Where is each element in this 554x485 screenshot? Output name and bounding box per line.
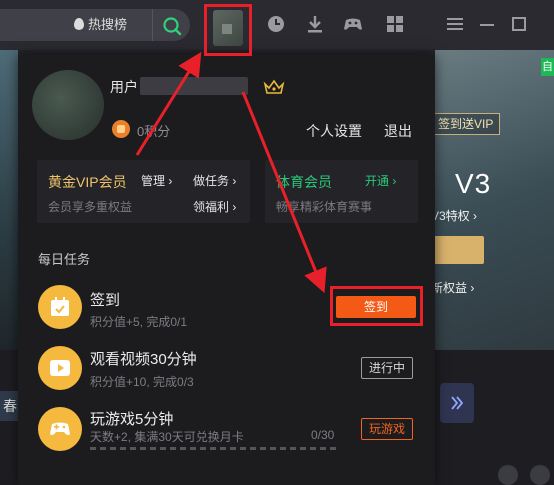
personal-settings-link[interactable]: 个人设置	[306, 121, 362, 141]
annotation-highlight-signin	[330, 286, 423, 326]
background-banner-left	[0, 50, 18, 350]
flame-icon	[74, 18, 84, 30]
profile-avatar[interactable]	[32, 70, 104, 140]
task-watch-title: 观看视频30分钟	[90, 351, 197, 368]
task-game-sub: 天数+2, 集满30天可兑换月卡	[90, 430, 244, 444]
vip-crown-icon[interactable]	[263, 79, 285, 95]
task-signin-title: 签到	[90, 292, 121, 309]
vip-tasks-link[interactable]: 做任务 ›	[193, 172, 236, 189]
search-icon	[163, 17, 182, 36]
scroll-left-button[interactable]	[498, 465, 518, 485]
gold-vip-title: 黄金VIP会员	[48, 174, 127, 190]
menu-icon[interactable]	[445, 14, 465, 34]
gold-button[interactable]	[431, 236, 484, 264]
sport-member-card[interactable]: 体育会员 开通 › 畅享精彩体育赛事	[265, 160, 418, 223]
hot-search-link[interactable]: 热搜榜	[74, 9, 127, 41]
play-game-button[interactable]: 玩游戏	[361, 418, 413, 440]
task-game-title: 玩游戏5分钟	[90, 411, 174, 428]
play-icon	[38, 346, 82, 390]
task-game-progress: 0/30	[311, 428, 335, 442]
daily-tasks-heading: 每日任务	[38, 252, 91, 267]
gamepad-icon	[38, 407, 82, 451]
sport-member-title: 体育会员	[276, 174, 332, 190]
in-progress-button[interactable]: 进行中	[361, 357, 413, 379]
double-chevron-right-icon	[451, 396, 463, 410]
calendar-check-icon	[38, 285, 82, 329]
maximize-icon[interactable]	[509, 14, 529, 34]
task-watch-sub: 积分值+10, 完成0/3	[90, 375, 194, 389]
task-signin-sub: 积分值+5, 完成0/1	[90, 315, 188, 329]
points-icon	[112, 120, 130, 138]
sport-member-subtitle: 畅享精彩体育赛事	[276, 200, 373, 214]
task-game-progress-bar	[90, 447, 339, 450]
background-left-chip: 春	[0, 391, 18, 421]
annotation-highlight-avatar	[204, 4, 252, 56]
user-name-label: 用户	[110, 79, 138, 95]
v3-title: V3	[455, 168, 492, 199]
next-page-button[interactable]	[440, 383, 474, 423]
background-badge: 自	[541, 58, 554, 76]
points-value: 0积分	[137, 124, 171, 139]
signin-vip-tag[interactable]: 签到送VIP	[431, 113, 501, 135]
gold-vip-card[interactable]: 黄金VIP会员 管理 › 做任务 › 会员享多重权益 领福利 ›	[37, 160, 250, 223]
vip-benefits-link[interactable]: 领福利 ›	[193, 198, 236, 215]
game-controller-icon[interactable]	[343, 14, 363, 34]
minimize-icon[interactable]	[477, 14, 497, 34]
history-icon[interactable]	[266, 14, 286, 34]
gold-vip-subtitle: 会员享多重权益	[48, 200, 133, 214]
vip-manage-link[interactable]: 管理 ›	[141, 172, 172, 189]
v3-privilege-link[interactable]: V3特权 ›	[431, 207, 477, 224]
hot-search-label: 热搜榜	[88, 17, 128, 32]
download-icon[interactable]	[305, 14, 325, 34]
new-rights-link[interactable]: 新权益 ›	[431, 279, 474, 296]
sport-open-link[interactable]: 开通 ›	[365, 172, 396, 189]
user-name-redacted	[140, 77, 248, 95]
search-button[interactable]	[152, 9, 190, 41]
background-banner-right	[435, 50, 554, 350]
scroll-right-button[interactable]	[530, 465, 550, 485]
logout-link[interactable]: 退出	[384, 121, 412, 141]
apps-grid-icon[interactable]	[385, 14, 405, 34]
